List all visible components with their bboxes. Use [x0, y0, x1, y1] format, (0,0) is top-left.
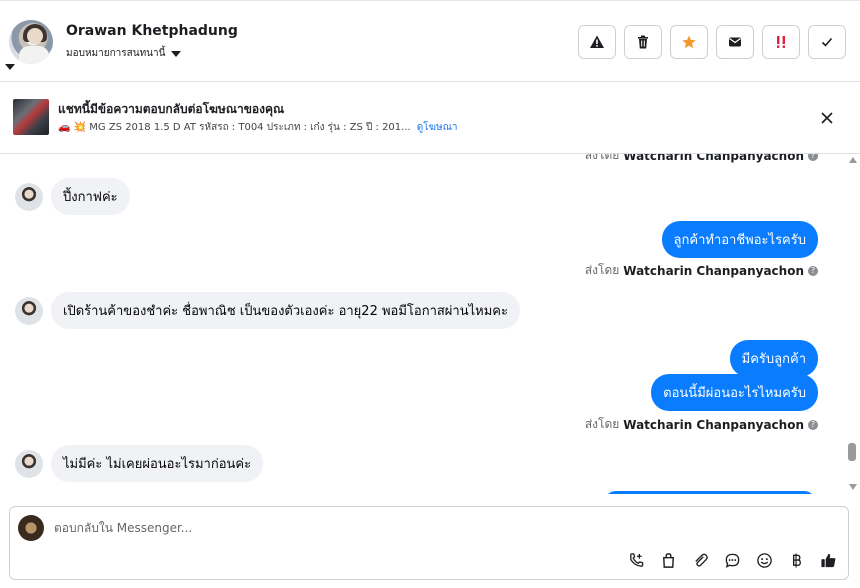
info-icon[interactable]: ? — [808, 154, 818, 161]
smiley-icon — [757, 553, 772, 568]
chevron-down-icon[interactable] — [5, 64, 15, 70]
ad-reply-banner: แชทนี้มีข้อความตอบกลับต่อโฆษณาของคุณ 🚗 💥… — [0, 83, 860, 154]
composer-toolbar — [627, 551, 838, 570]
outgoing-message[interactable]: มีครับลูกค้า — [729, 340, 818, 377]
shop-button[interactable] — [659, 551, 678, 570]
payment-button[interactable] — [787, 551, 806, 570]
envelope-icon — [729, 37, 741, 47]
star-button[interactable] — [670, 25, 708, 59]
assign-label: มอบหมายการสนทนานี้ — [66, 48, 166, 59]
incoming-message-row: ปึ้งกาฟค่ะ — [15, 178, 130, 215]
saved-replies-button[interactable] — [723, 551, 742, 570]
delete-button[interactable] — [624, 25, 662, 59]
ad-description: 🚗 💥 MG ZS 2018 1.5 D AT รหัสรถ : T004 ปร… — [58, 122, 411, 133]
conversation-actions — [578, 25, 846, 59]
assign-conversation-dropdown[interactable]: มอบหมายการสนทนานี้ — [66, 46, 182, 61]
sender-name: Watcharin Chanpanyachon — [623, 417, 804, 432]
mark-unread-button[interactable] — [716, 25, 754, 59]
incoming-message-row: ไม่มีค่ะ ไม่เคยผ่อนอะไรมาก่อนค่ะ — [15, 445, 264, 482]
check-icon — [821, 37, 833, 47]
spam-button[interactable] — [762, 25, 800, 59]
ad-banner-details: 🚗 💥 MG ZS 2018 1.5 D AT รหัสรถ : T004 ปร… — [58, 120, 457, 135]
conversation-header: Orawan Khetphadung มอบหมายการสนทนานี้ — [0, 0, 860, 82]
close-icon[interactable] — [818, 109, 836, 127]
contact-avatar-small — [15, 296, 43, 325]
chat-bubble-icon — [725, 553, 740, 568]
contact-name[interactable]: Orawan Khetphadung — [66, 23, 238, 39]
outgoing-message[interactable]: ตอนนี้มีผ่อนอะไรไหมครับ — [651, 374, 818, 411]
attach-button[interactable] — [691, 551, 710, 570]
contact-avatar[interactable] — [9, 20, 53, 64]
incoming-message[interactable]: ไม่มีค่ะ ไม่เคยผ่อนอะไรมาก่อนค่ะ — [51, 445, 264, 482]
ad-banner-title: แชทนี้มีข้อความตอบกลับต่อโฆษณาของคุณ — [58, 102, 285, 116]
ad-thumbnail[interactable] — [13, 99, 49, 135]
outgoing-message[interactable]: ลูกค้าทำอาชีพอะไรครับ — [661, 221, 818, 258]
reply-composer — [9, 506, 849, 580]
sent-by-label: ส่งโดย Watcharin Chanpanyachon ? — [585, 415, 818, 434]
incoming-message[interactable]: เปิดร้านค้าของชำค่ะ ชื่อพาณิช เป็นของตัว… — [51, 292, 520, 329]
scroll-down-arrow-icon[interactable] — [849, 484, 857, 490]
report-button[interactable] — [578, 25, 616, 59]
incoming-message[interactable]: ปึ้งกาฟค่ะ — [51, 178, 130, 215]
contact-avatar-small — [15, 449, 43, 478]
exclamation-icon — [777, 36, 785, 48]
sent-by-label: ส่งโดย Watcharin Chanpanyachon ? — [585, 261, 818, 280]
done-button[interactable] — [808, 25, 846, 59]
sent-by-label: ส่งโดย Watcharin Chanpanyachon ? — [585, 154, 818, 165]
scrollbar-thumb[interactable] — [848, 443, 856, 461]
sender-name: Watcharin Chanpanyachon — [623, 263, 804, 278]
paperclip-icon — [695, 553, 708, 567]
warning-icon — [590, 35, 604, 48]
like-button[interactable] — [819, 551, 838, 570]
shopping-bag-icon — [663, 553, 674, 568]
caret-down-icon — [171, 50, 182, 57]
info-icon[interactable]: ? — [808, 419, 818, 430]
emoji-button[interactable] — [755, 551, 774, 570]
page-avatar — [18, 515, 44, 541]
scroll-up-arrow-icon[interactable] — [849, 157, 857, 163]
call-button[interactable] — [627, 551, 646, 570]
reply-input[interactable] — [54, 521, 654, 535]
baht-icon — [793, 553, 801, 568]
thumbs-up-icon — [821, 553, 836, 568]
star-icon — [682, 35, 696, 49]
message-thread: ส่งโดย Watcharin Chanpanyachon ? ปึ้งกาฟ… — [0, 154, 846, 494]
view-ad-link[interactable]: ดูโฆษณา — [417, 120, 458, 135]
info-icon[interactable]: ? — [808, 265, 818, 276]
phone-plus-icon — [630, 553, 644, 567]
trash-icon — [638, 35, 648, 49]
outgoing-message-partial[interactable] — [604, 491, 816, 494]
incoming-message-row: เปิดร้านค้าของชำค่ะ ชื่อพาณิช เป็นของตัว… — [15, 292, 520, 329]
contact-avatar-small — [15, 182, 43, 211]
sender-name: Watcharin Chanpanyachon — [623, 154, 804, 163]
